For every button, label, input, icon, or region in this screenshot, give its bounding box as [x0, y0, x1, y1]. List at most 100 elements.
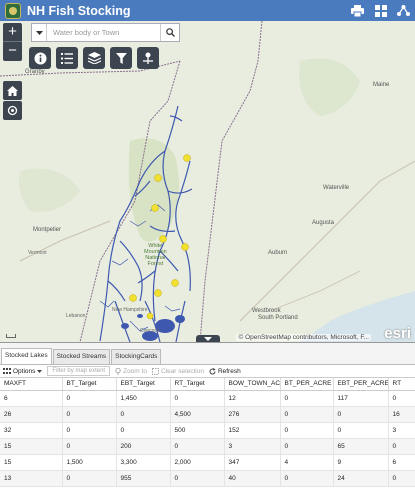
legend-button[interactable] [56, 47, 78, 69]
table-header-row: MAXFT BT_Target EBT_Target RT_Target BOW… [0, 378, 415, 391]
attribute-tabs: Stocked Lakes Stocked Streams StockingCa… [0, 343, 415, 365]
layers-icon [87, 52, 101, 64]
list-icon [61, 52, 73, 64]
about-button[interactable] [29, 47, 51, 69]
tab-stocking-cards[interactable]: StockingCards [111, 349, 162, 364]
table-cell: 1,500 [62, 454, 117, 471]
panel-splitter[interactable] [196, 335, 220, 342]
clear-selection-label: Clear selection [160, 367, 204, 375]
table-cell: 0 [170, 390, 225, 407]
table-cell: 276 [224, 406, 281, 423]
table-cell: 9 [333, 454, 389, 471]
layers-button[interactable] [83, 47, 105, 69]
refresh-icon [209, 367, 216, 374]
table-cell: 347 [224, 454, 281, 471]
table-cell: 6 [388, 454, 415, 471]
table-cell: 0 [116, 422, 171, 439]
map-label-auburn: Auburn [268, 250, 288, 256]
zoom-to-button[interactable]: Zoom to [115, 367, 147, 375]
zoom-in-button[interactable]: + [3, 23, 22, 42]
table-cell: 2,000 [170, 454, 225, 471]
esri-logo: esri [384, 325, 411, 342]
column-header[interactable]: EBT_PER_ACRE [333, 378, 389, 391]
table-cell: 15 [0, 438, 63, 455]
share-icon[interactable] [396, 3, 411, 18]
table-cell: 4,500 [170, 406, 225, 423]
column-header[interactable]: BOW_TOWN_AC [224, 378, 281, 391]
table-cell: 24 [333, 470, 389, 487]
caret-down-icon [35, 30, 43, 35]
tab-stocked-lakes[interactable]: Stocked Lakes [1, 348, 52, 364]
app-header: NH Fish Stocking [0, 0, 415, 21]
column-header[interactable]: EBT_Target [116, 378, 171, 391]
table-toolbar: Options Filter by map extent Zoom to Cle… [0, 365, 415, 378]
table-row[interactable]: 32 0 0 500 152 0 0 3 [0, 422, 415, 439]
filter-by-extent-toggle[interactable]: Filter by map extent [47, 366, 111, 376]
search-source-dropdown[interactable] [32, 24, 47, 41]
table-cell: 0 [333, 422, 389, 439]
table-row[interactable]: 13 0 955 0 40 0 24 0 [0, 470, 415, 487]
zoom-out-button[interactable]: − [3, 42, 22, 61]
map-label-maine: Maine [373, 82, 390, 88]
table-cell: 40 [224, 470, 281, 487]
table-cell: 0 [62, 390, 117, 407]
zoom-control: + − [3, 23, 22, 61]
basemap [0, 21, 415, 342]
column-header[interactable]: BT_Target [62, 378, 117, 391]
map-label-lebanon: Lebanon [66, 313, 86, 319]
map-label-augusta: Augusta [312, 220, 335, 226]
table-row[interactable]: 6 0 1,450 0 12 0 117 0 [0, 390, 415, 407]
print-icon[interactable] [350, 3, 365, 18]
table-row[interactable]: 15 1,500 3,300 2,000 347 4 9 6 [0, 454, 415, 471]
table-cell: 117 [333, 390, 389, 407]
caret-down-icon [204, 336, 212, 341]
table-cell: 500 [170, 422, 225, 439]
grid-icon[interactable] [373, 3, 388, 18]
grid-icon [3, 367, 11, 374]
table-row[interactable]: 15 0 200 0 3 0 65 0 [0, 438, 415, 455]
filter-button[interactable] [110, 47, 132, 69]
table-cell: 0 [280, 406, 334, 423]
table-cell: 16 [388, 406, 415, 423]
table-cell: 955 [116, 470, 171, 487]
column-header[interactable]: RT [388, 378, 415, 391]
column-header[interactable]: RT_Target [170, 378, 225, 391]
stocked-lakes-table: MAXFT BT_Target EBT_Target RT_Target BOW… [0, 378, 415, 487]
filter-icon [115, 52, 127, 64]
search-input[interactable] [47, 28, 160, 37]
table-cell: 200 [116, 438, 171, 455]
map-attribution[interactable]: © OpenStreetMap contributors, Microsoft,… [236, 334, 371, 341]
home-icon [7, 85, 18, 96]
map-label-granby: Granby [25, 69, 45, 75]
table-cell: 26 [0, 406, 63, 423]
table-cell: 0 [388, 390, 415, 407]
options-menu[interactable]: Options [3, 367, 43, 375]
table-cell: 0 [62, 438, 117, 455]
refresh-button[interactable]: Refresh [209, 367, 241, 375]
table-cell: 3 [224, 438, 281, 455]
home-button[interactable] [3, 81, 22, 100]
table-cell: 0 [280, 438, 334, 455]
column-header[interactable]: BT_PER_ACRE [280, 378, 334, 391]
locate-button[interactable] [3, 101, 22, 120]
search-button[interactable] [160, 24, 179, 41]
map-view[interactable]: Granby Maine Montpelier Vermont Watervil… [0, 21, 415, 342]
refresh-label: Refresh [217, 367, 241, 375]
tab-stocked-streams[interactable]: Stocked Streams [52, 349, 111, 364]
table-cell: 32 [0, 422, 63, 439]
table-row[interactable]: 26 0 0 4,500 276 0 0 16 [0, 406, 415, 423]
clear-selection-button[interactable]: Clear selection [151, 367, 204, 375]
column-header[interactable]: MAXFT [0, 378, 63, 391]
map-label-concord: Concord [140, 328, 159, 334]
pin-icon [115, 367, 121, 375]
map-label-westbrook: Westbrook [252, 308, 281, 314]
table-cell: 3 [388, 422, 415, 439]
table-cell: 65 [333, 438, 389, 455]
table-cell: 0 [388, 470, 415, 487]
locate-icon [7, 105, 18, 116]
measure-button[interactable] [137, 47, 159, 69]
map-label-vermont: Vermont [28, 250, 47, 256]
table-cell: 0 [62, 470, 117, 487]
table-cell: 6 [0, 390, 63, 407]
app-title: NH Fish Stocking [27, 3, 131, 18]
